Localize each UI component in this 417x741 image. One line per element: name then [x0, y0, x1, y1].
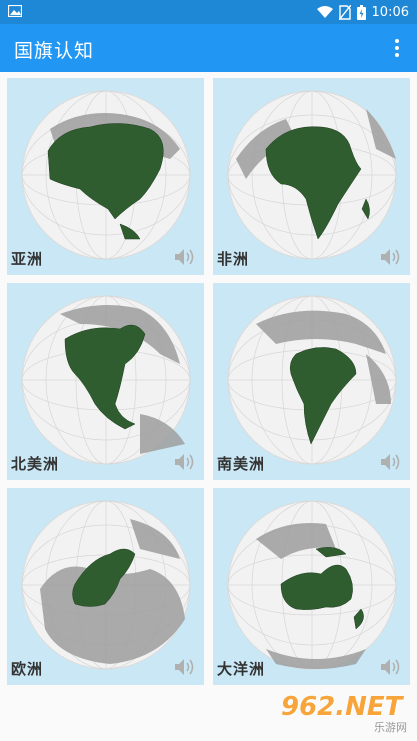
continent-label: 大洋洲 — [217, 660, 266, 678]
watermark-text: 962.NET — [281, 692, 403, 722]
continent-card-europe[interactable]: 欧洲 — [7, 488, 204, 685]
app-bar: 国旗认知 — [0, 24, 417, 72]
speaker-icon[interactable] — [380, 453, 402, 471]
continent-card-asia[interactable]: 亚洲 — [7, 78, 204, 275]
continent-label: 亚洲 — [11, 250, 44, 268]
continent-card-oceania[interactable]: 大洋洲 — [213, 488, 410, 685]
wifi-icon — [316, 5, 333, 18]
no-sim-icon — [338, 4, 351, 20]
continent-card-south-america[interactable]: 南美洲 — [213, 283, 410, 480]
more-vert-icon[interactable] — [387, 34, 407, 62]
globe-image — [227, 90, 397, 260]
continent-card-north-america[interactable]: 北美洲 — [7, 283, 204, 480]
continent-card-africa[interactable]: 非洲 — [213, 78, 410, 275]
status-time: 10:06 — [371, 4, 409, 20]
continent-label: 非洲 — [217, 250, 250, 268]
speaker-icon[interactable] — [174, 453, 196, 471]
watermark-logo: 962.NET 乐游网 — [281, 693, 411, 737]
speaker-icon[interactable] — [174, 248, 196, 266]
continent-label: 欧洲 — [11, 660, 44, 678]
globe-image — [227, 295, 397, 465]
speaker-icon[interactable] — [174, 658, 196, 676]
page-title: 国旗认知 — [14, 40, 95, 62]
globe-image — [21, 500, 191, 670]
globe-image — [227, 500, 397, 670]
status-bar: 10:06 — [0, 0, 417, 24]
continent-label: 北美洲 — [11, 455, 60, 473]
speaker-icon[interactable] — [380, 248, 402, 266]
image-icon — [8, 5, 22, 17]
battery-icon — [356, 4, 366, 20]
speaker-icon[interactable] — [380, 658, 402, 676]
globe-image — [21, 90, 191, 260]
globe-image — [21, 295, 191, 465]
continent-label: 南美洲 — [217, 455, 266, 473]
